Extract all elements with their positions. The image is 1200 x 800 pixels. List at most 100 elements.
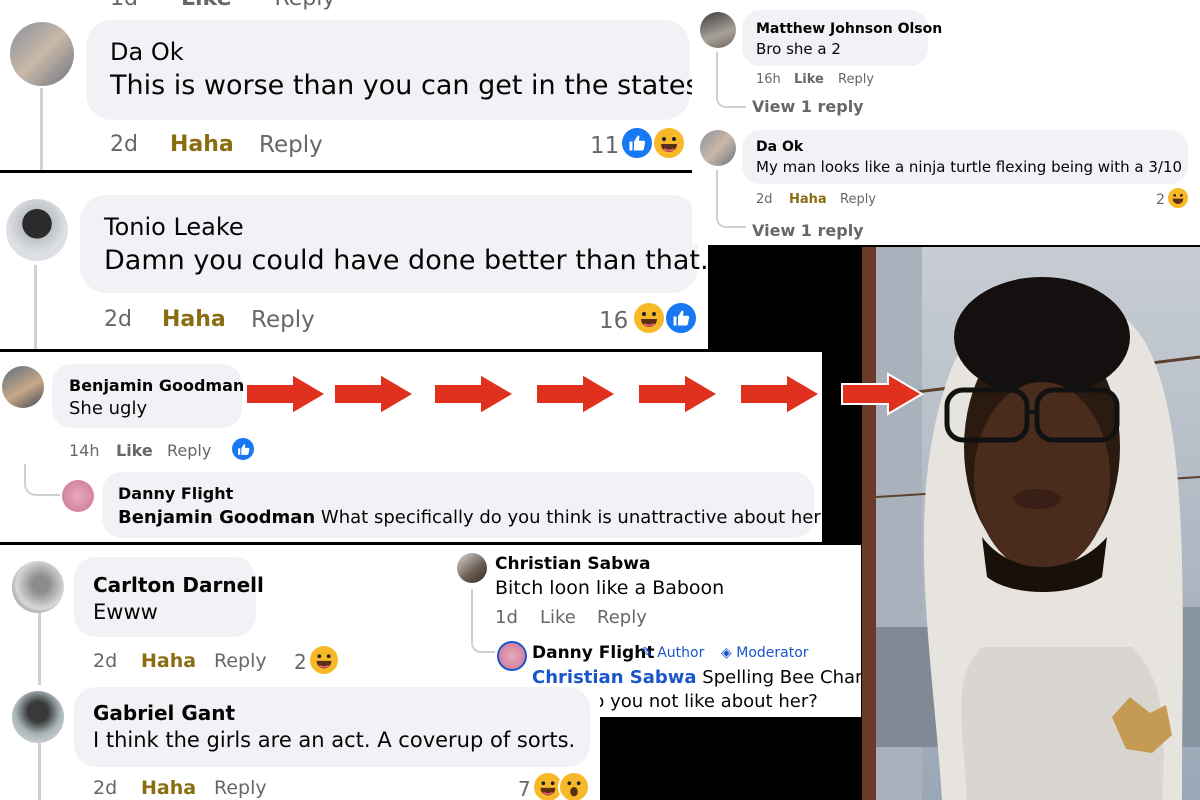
right-arrow-icon [739,372,822,416]
comment-text: Bro she a 2 [756,40,841,58]
reply-button[interactable]: Reply [214,777,267,799]
avatar[interactable] [497,641,527,671]
commenter-name[interactable]: Christian Sabwa [495,554,650,574]
commenter-name[interactable]: Tonio Leake [104,213,244,241]
comment-panel-da-ok: 1d Like Reply Da Ok This is worse than y… [0,0,710,170]
reaction-count[interactable]: 11 [590,133,619,159]
comment-panel-carlton-darnell: Carlton Darnell Ewww 2d Haha Reply 2 [0,545,445,685]
commenter-name[interactable]: Da Ok [756,139,803,155]
right-arrow-icon [245,372,328,416]
avatar[interactable] [62,480,94,512]
reaction-count[interactable]: 7 [518,777,531,800]
reply-connector [471,589,495,653]
haha-reaction-icon [1166,186,1190,210]
view-replies-link[interactable]: View 1 reply [752,97,864,116]
right-arrow-icon [333,372,416,416]
reply-button[interactable]: Reply [840,192,876,207]
like-button[interactable]: Like [794,72,824,87]
comment-time[interactable]: 2d [93,777,117,799]
comment-text: Bitch loon like a Baboon [495,577,725,599]
partial-actions-row: 1d Like Reply [110,0,335,11]
avatar[interactable] [700,130,736,166]
comment-bubble [80,195,698,293]
like-reaction-icon [664,301,698,335]
avatar[interactable] [457,553,487,583]
reply-text: Benjamin Goodman What specifically do yo… [118,507,822,528]
reaction-count[interactable]: 16 [599,308,628,334]
haha-reaction-label[interactable]: Haha [162,307,226,332]
commenter-name[interactable]: Gabriel Gant [93,701,235,725]
comment-time[interactable]: 1d [495,607,518,628]
comment-text: I think the girls are an act. A coverup … [93,728,576,752]
haha-reaction-icon [632,301,666,335]
comment-time[interactable]: 14h [69,441,100,460]
comment-time[interactable]: 2d [104,307,132,332]
comment-panel-top-right: Matthew Johnson Olson Bro she a 2 16h Li… [692,0,1200,245]
comment-text: Damn you could have done better than tha… [104,245,708,276]
comment-time[interactable]: 2d [93,650,117,672]
reaction-count[interactable]: 2 [1156,192,1165,208]
moderator-icon: ◈ [721,645,732,661]
selfie-photo [862,247,1200,800]
commenter-name[interactable]: Matthew Johnson Olson [756,21,942,37]
avatar[interactable] [12,561,64,613]
avatar[interactable] [12,691,64,743]
thread-line [40,88,43,170]
right-arrow-icon [433,372,516,416]
thread-line [34,265,37,349]
haha-reaction-label[interactable]: Haha [141,650,196,672]
haha-reaction-icon [308,644,340,676]
pencil-icon: ✎ [641,645,653,661]
commenter-name[interactable]: Benjamin Goodman [69,376,244,395]
wow-reaction-icon [558,771,590,800]
like-button[interactable]: Like [540,607,576,628]
commenter-name[interactable]: Carlton Darnell [93,573,264,597]
reply-connector [716,88,746,108]
comment-panel-gabriel-gant: Gabriel Gant I think the girls are an ac… [0,685,600,800]
reply-connector [24,464,60,496]
comment-text: My man looks like a ninja turtle flexing… [756,158,1183,176]
replier-name[interactable]: Danny Flight [532,643,654,663]
comment-time[interactable]: 2d [110,132,138,157]
comment-panel-tonio-leake: Tonio Leake Damn you could have done bet… [0,173,708,349]
like-reaction-icon [620,126,654,160]
haha-reaction-label[interactable]: Haha [141,777,196,799]
right-arrow-icon [535,372,618,416]
haha-reaction-icon [652,126,686,160]
commenter-name[interactable]: Da Ok [110,38,184,66]
avatar[interactable] [6,199,68,261]
reply-button[interactable]: Reply [214,650,267,672]
author-badge: ✎ Author [641,645,705,661]
comment-bubble [74,687,590,767]
avatar[interactable] [2,366,44,408]
comment-time[interactable]: 16h [756,72,781,87]
haha-reaction-label[interactable]: Haha [170,132,234,157]
reply-body: Spelling Bee Champ, [702,667,861,688]
reaction-count[interactable]: 2 [294,650,307,674]
right-arrow-icon [841,372,924,416]
reply-button[interactable]: Reply [838,72,874,87]
reply-button[interactable]: Reply [167,441,211,460]
avatar[interactable] [700,12,736,48]
like-button[interactable]: Like [116,441,153,460]
thread-line [38,743,41,800]
mention-link[interactable]: Benjamin Goodman [118,507,315,528]
reply-button[interactable]: Reply [251,307,315,333]
reply-connector [716,208,746,228]
right-arrow-icon [637,372,720,416]
comment-text: This is worse than you can get in the st… [110,70,700,101]
reply-body: What specifically do you think is unattr… [320,507,822,528]
comment-text: Ewww [93,600,158,624]
comment-text: She ugly [69,398,148,419]
avatar[interactable] [10,22,74,86]
reply-bubble [102,472,814,538]
like-reaction-icon [230,436,256,462]
thread-line [38,613,41,685]
reply-button[interactable]: Reply [259,132,323,158]
comment-time[interactable]: 2d [756,192,773,207]
replier-name[interactable]: Danny Flight [118,484,233,503]
view-replies-link[interactable]: View 1 reply [752,221,864,240]
reply-button[interactable]: Reply [597,607,647,628]
haha-reaction-label[interactable]: Haha [789,192,827,207]
moderator-badge: ◈ Moderator [721,645,809,661]
